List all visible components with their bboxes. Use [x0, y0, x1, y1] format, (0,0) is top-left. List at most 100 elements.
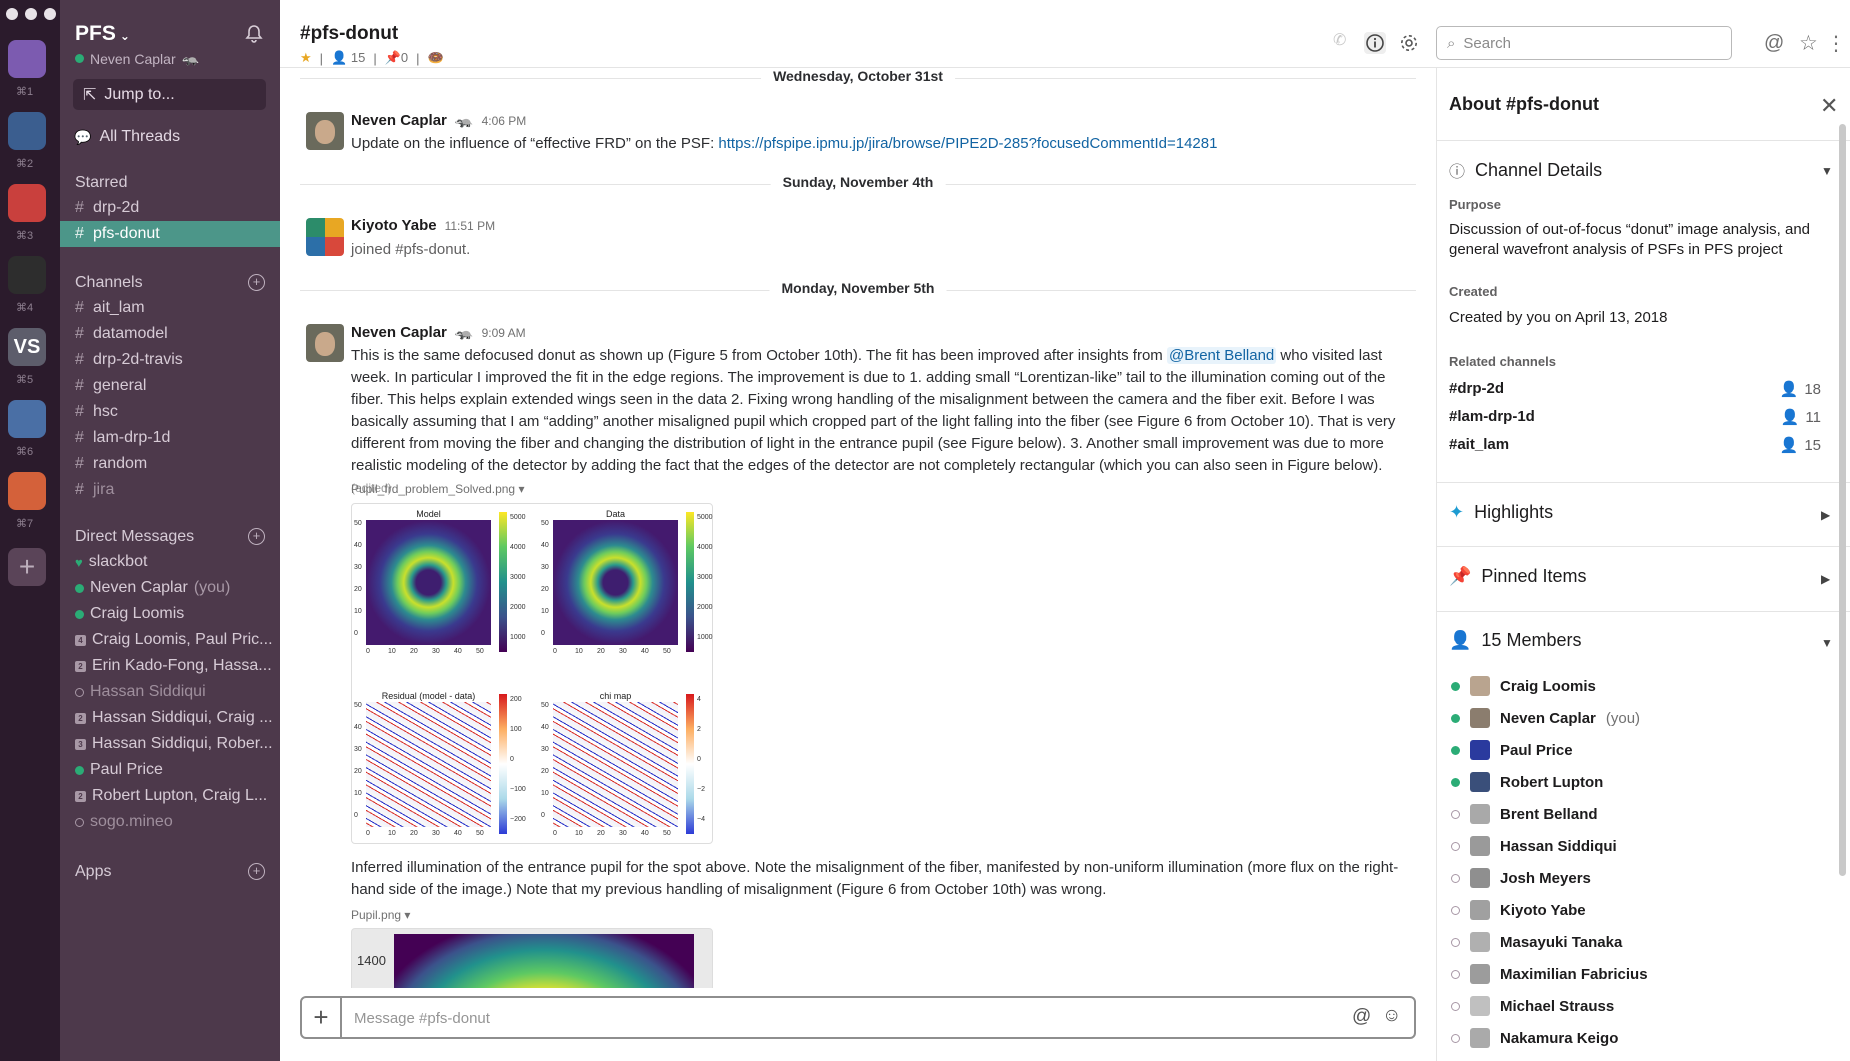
message-input[interactable] — [354, 1007, 1294, 1029]
dm-item[interactable]: 2 Erin Kado-Fong, Hassa... — [60, 653, 280, 679]
dm-item[interactable]: Hassan Siddiqui — [60, 679, 280, 705]
channel-item[interactable]: # pfs-donut — [60, 221, 280, 247]
avatar[interactable] — [306, 324, 344, 362]
add-attachment-button[interactable]: + — [302, 998, 342, 1037]
channel-item[interactable]: # drp-2d — [60, 195, 280, 221]
more-icon[interactable]: ⋮ — [1826, 31, 1850, 55]
search-input[interactable]: ⌕ Search — [1436, 26, 1732, 60]
timestamp[interactable]: 11:51 PM — [445, 219, 495, 233]
message-author[interactable]: Neven Caplar 🦡 9:09 AM — [351, 323, 526, 341]
related-channel[interactable]: #ait_lam 👤 15 — [1449, 436, 1821, 454]
channel-item[interactable]: # datamodel — [60, 321, 280, 347]
message-author[interactable]: Neven Caplar 🦡 4:06 PM — [351, 111, 526, 129]
member-item[interactable]: Josh Meyers — [1451, 865, 1831, 891]
channel-item[interactable]: # general — [60, 373, 280, 399]
workspace-button[interactable]: VS — [8, 328, 46, 366]
close-icon[interactable]: ✕ — [1820, 93, 1838, 119]
jira-link[interactable]: https://pfspipe.ipmu.jp/jira/browse/PIPE… — [718, 135, 1217, 152]
workspace-button[interactable] — [8, 40, 46, 78]
gear-icon[interactable] — [1399, 33, 1419, 53]
channel-item[interactable]: # drp-2d-travis — [60, 347, 280, 373]
mentions-icon[interactable]: @ — [1764, 32, 1788, 56]
dm-item[interactable]: 3 Hassan Siddiqui, Rober... — [60, 731, 280, 757]
dm-heading[interactable]: Direct Messages + — [75, 528, 265, 546]
scrollbar[interactable] — [1839, 124, 1846, 876]
dm-item[interactable]: 2 Hassan Siddiqui, Craig ... — [60, 705, 280, 731]
chevron-down-icon[interactable]: ▼ — [1821, 636, 1833, 650]
timestamp[interactable]: 9:09 AM — [482, 326, 526, 340]
channel-title[interactable]: #pfs-donut — [300, 23, 398, 45]
workspace-button[interactable] — [8, 112, 46, 150]
message-author[interactable]: Kiyoto Yabe 11:51 PM — [351, 217, 495, 234]
dm-item[interactable]: sogo.mineo — [60, 809, 280, 835]
member-item[interactable]: Craig Loomis — [1451, 673, 1831, 699]
member-item[interactable]: Maximilian Fabricius — [1451, 961, 1831, 987]
member-name: Robert Lupton — [1500, 773, 1604, 791]
channel-item[interactable]: # hsc — [60, 399, 280, 425]
emoji-icon[interactable]: ☺ — [1382, 1005, 1401, 1027]
workspace-button[interactable] — [8, 256, 46, 294]
dm-item[interactable]: 2 Robert Lupton, Craig L... — [60, 783, 280, 809]
chevron-down-icon[interactable]: ▼ — [1821, 164, 1833, 178]
member-item[interactable]: Brent Belland — [1451, 801, 1831, 827]
member-item[interactable]: Nakamura Keigo — [1451, 1025, 1831, 1051]
member-item[interactable]: Michael Strauss — [1451, 993, 1831, 1019]
related-channel[interactable]: #drp-2d 👤 18 — [1449, 380, 1821, 398]
avatar[interactable] — [306, 112, 344, 150]
avatar[interactable] — [306, 218, 344, 256]
star-outline-icon[interactable]: ☆ — [1799, 31, 1823, 55]
channel-item[interactable]: # jira — [60, 477, 280, 503]
workspace-button[interactable] — [8, 472, 46, 510]
file-name[interactable]: Pupil_frd_problem_Solved.png ▾ — [351, 482, 524, 496]
dm-item[interactable]: Neven Caplar (you) — [60, 575, 280, 601]
file-name[interactable]: Pupil.png ▾ — [351, 908, 410, 922]
close-window-button[interactable] — [6, 8, 18, 20]
add-channel-icon[interactable]: + — [248, 274, 265, 291]
axis-tick: 50 — [354, 702, 362, 709]
dm-item[interactable]: Paul Price — [60, 757, 280, 783]
maximize-window-button[interactable] — [44, 8, 56, 20]
dm-item[interactable]: ♥ slackbot — [60, 549, 280, 575]
channel-item[interactable]: # ait_lam — [60, 295, 280, 321]
all-threads-link[interactable]: 💬 All Threads — [74, 128, 180, 146]
timestamp[interactable]: 4:06 PM — [482, 114, 527, 128]
highlights-toggle[interactable]: ✦ Highlights — [1449, 502, 1553, 523]
dm-item[interactable]: 4 Craig Loomis, Paul Pric... — [60, 627, 280, 653]
member-item[interactable]: Neven Caplar (you) — [1451, 705, 1831, 731]
channel-item[interactable]: # lam-drp-1d — [60, 425, 280, 451]
member-item[interactable]: Robert Lupton — [1451, 769, 1831, 795]
pinned-toggle[interactable]: 📌 Pinned Items — [1449, 566, 1586, 587]
jump-to-button[interactable]: ⇱ Jump to... — [73, 79, 266, 110]
member-item[interactable]: Kiyoto Yabe — [1451, 897, 1831, 923]
team-menu[interactable]: PFS ⌄ — [75, 22, 130, 46]
related-channel[interactable]: #lam-drp-1d 👤 11 — [1449, 408, 1821, 426]
minimize-window-button[interactable] — [25, 8, 37, 20]
add-workspace-button[interactable]: + — [8, 548, 46, 586]
workspace-button[interactable] — [8, 184, 46, 222]
user-mention[interactable]: @Brent Belland — [1166, 347, 1277, 364]
members-toggle[interactable]: 👤 15 Members — [1449, 630, 1581, 651]
bell-icon[interactable] — [244, 24, 264, 44]
channel-details-toggle[interactable]: ⓘ Channel Details — [1449, 158, 1602, 182]
add-dm-icon[interactable]: + — [248, 528, 265, 545]
dm-item[interactable]: Craig Loomis — [60, 601, 280, 627]
image-attachment[interactable]: Model Data Residual (model - data) chi m… — [351, 503, 713, 844]
image-attachment[interactable]: 1400 1200 — [351, 928, 713, 988]
member-item[interactable]: Paul Price — [1451, 737, 1831, 763]
star-icon[interactable]: ★ — [300, 50, 312, 66]
chevron-right-icon[interactable]: ▶ — [1821, 572, 1830, 586]
call-icon[interactable]: ✆ — [1333, 30, 1357, 54]
member-item[interactable]: Hassan Siddiqui — [1451, 833, 1831, 859]
info-icon[interactable] — [1364, 32, 1386, 54]
add-app-icon[interactable]: + — [248, 863, 265, 880]
chevron-right-icon[interactable]: ▶ — [1821, 508, 1830, 522]
channel-item[interactable]: # random — [60, 451, 280, 477]
workspace-button[interactable] — [8, 400, 46, 438]
current-user[interactable]: Neven Caplar 🦡 — [75, 50, 199, 67]
mention-icon[interactable]: @ — [1352, 1006, 1371, 1028]
member-count[interactable]: 👤 15 — [331, 50, 365, 66]
apps-heading[interactable]: Apps + — [75, 863, 265, 881]
channels-heading[interactable]: Channels + — [75, 274, 265, 292]
pin-count[interactable]: 📌0 — [385, 50, 408, 66]
member-item[interactable]: Masayuki Tanaka — [1451, 929, 1831, 955]
